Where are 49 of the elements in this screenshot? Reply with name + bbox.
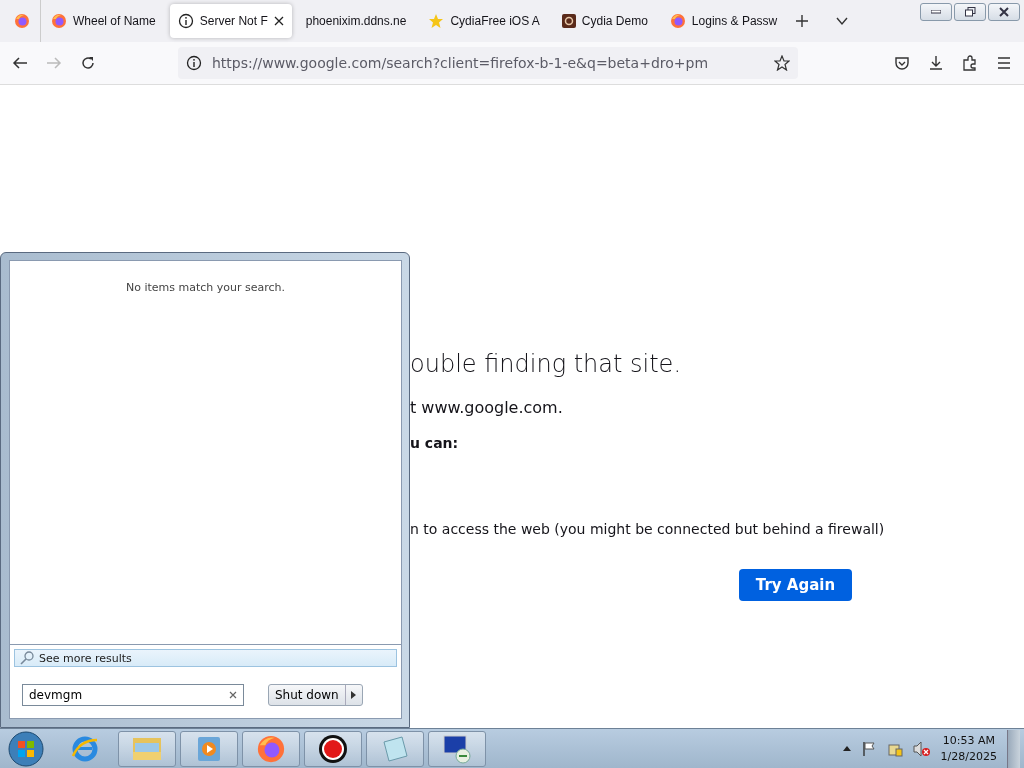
- menu-icon[interactable]: [996, 55, 1012, 71]
- info-icon: [186, 55, 202, 71]
- close-icon: [999, 7, 1009, 17]
- error-heading: ouble finding that site.: [410, 350, 682, 378]
- start-button[interactable]: [8, 730, 44, 767]
- clock[interactable]: 10:53 AM 1/28/2025: [940, 732, 997, 765]
- error-text: t www.google.com.: [410, 398, 564, 417]
- download-icon[interactable]: [928, 55, 944, 71]
- firefox-icon: [51, 13, 67, 29]
- media-player-icon[interactable]: [196, 734, 222, 763]
- record-icon[interactable]: [318, 733, 348, 764]
- info-icon: [177, 13, 194, 29]
- plus-icon[interactable]: [795, 14, 810, 28]
- firefox-icon: [669, 13, 686, 29]
- flag-icon[interactable]: [860, 740, 877, 757]
- close-button[interactable]: [988, 3, 1020, 21]
- caret-up-icon[interactable]: [842, 746, 851, 751]
- close-icon[interactable]: [273, 16, 284, 26]
- browser-tab[interactable]: Wheel of Name: [43, 4, 164, 38]
- reload-icon[interactable]: [80, 55, 96, 71]
- pocket-icon[interactable]: [894, 55, 910, 71]
- shut-down-button[interactable]: Shut down: [268, 684, 363, 706]
- firefox-icon: [14, 13, 30, 29]
- firefox-icon: [256, 733, 286, 764]
- minimize-icon: [931, 10, 941, 14]
- restore-icon: [964, 7, 976, 17]
- restore-button[interactable]: [954, 3, 986, 21]
- show-desktop-button[interactable]: [1007, 729, 1020, 768]
- star-icon: [428, 13, 445, 29]
- try-again-button[interactable]: Try Again: [739, 569, 852, 601]
- puzzle-icon[interactable]: [962, 55, 978, 71]
- address-bar[interactable]: https://www.google.com/search?client=firefox-b-1-e&q=beta+dro+pm: [178, 47, 798, 79]
- browser-tab[interactable]: phoenixim.ddns.ne: [297, 4, 415, 38]
- browser-tab[interactable]: Cydia Demo: [553, 4, 656, 38]
- browser-tab[interactable]: Server Not F: [169, 4, 292, 38]
- cydia-icon: [561, 14, 576, 28]
- remote-desktop-icon[interactable]: [441, 733, 473, 764]
- star-outline-icon[interactable]: [774, 55, 790, 71]
- error-text: u can:: [410, 435, 460, 451]
- arrow-right-icon[interactable]: [351, 691, 357, 699]
- no-results-message: No items match your search.: [125, 281, 286, 295]
- speaker-muted-icon[interactable]: [912, 740, 931, 757]
- browser-tab[interactable]: CydiaFree iOS A: [420, 4, 548, 38]
- search-icon: [19, 651, 35, 665]
- error-text: n to access the web (you might be connected but behind a firewall): [410, 521, 886, 537]
- see-more-results-link[interactable]: See more results: [14, 649, 397, 667]
- search-field[interactable]: devmgm: [22, 684, 244, 706]
- back-arrow-icon[interactable]: [12, 55, 28, 71]
- browser-tab[interactable]: Logins & Passw: [661, 4, 786, 38]
